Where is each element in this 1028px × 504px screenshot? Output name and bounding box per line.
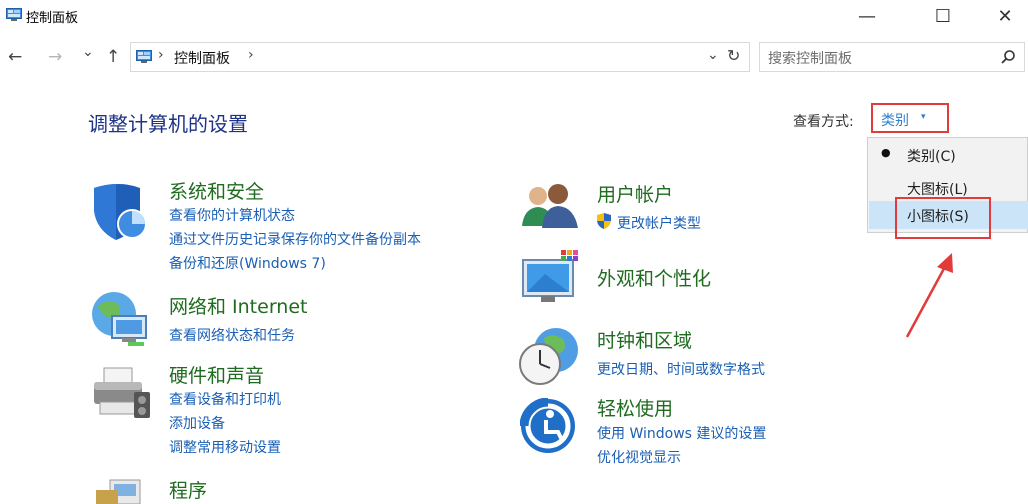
address-dropdown-icon[interactable]: ⌄ — [707, 47, 719, 63]
category-title-system[interactable]: 系统和安全 — [169, 177, 264, 204]
category-title-ease-of-access[interactable]: 轻松使用 — [597, 394, 673, 421]
search-icon[interactable] — [1000, 49, 1016, 65]
ease-of-access-icon — [520, 398, 575, 453]
category-title-clock[interactable]: 时钟和区域 — [597, 326, 692, 353]
network-globe-icon — [92, 292, 147, 346]
link-backup-restore[interactable]: 备份和还原(Windows 7) — [169, 253, 326, 273]
window-title: 控制面板 — [26, 11, 79, 26]
view-by-label: 查看方式: — [793, 114, 854, 130]
menu-item-category[interactable]: ● 类别(C) — [869, 141, 1028, 169]
refresh-icon[interactable]: ↻ — [727, 46, 740, 65]
caret-down-icon: ▾ — [921, 112, 926, 122]
category-title-appearance[interactable]: 外观和个性化 — [597, 264, 711, 291]
programs-icon — [96, 479, 141, 504]
users-icon — [522, 184, 578, 228]
annotation-highlight-box — [895, 197, 991, 239]
search-placeholder: 搜索控制面板 — [768, 51, 852, 67]
printer-icon — [94, 367, 150, 418]
selected-bullet-icon: ● — [881, 146, 891, 159]
control-panel-icon — [136, 50, 152, 63]
breadcrumb-separator-icon[interactable]: › — [158, 47, 164, 63]
control-panel-icon — [6, 8, 22, 21]
back-arrow-icon[interactable]: ← — [8, 47, 22, 67]
close-button[interactable]: ✕ — [982, 0, 1028, 32]
monitor-icon — [522, 250, 578, 302]
search-input[interactable]: 搜索控制面板 — [759, 42, 1025, 72]
menu-item-label: 大图标(L) — [907, 182, 968, 198]
link-add-device[interactable]: 添加设备 — [169, 413, 225, 433]
shield-icon — [94, 184, 147, 240]
link-recommended-settings[interactable]: 使用 Windows 建议的设置 — [597, 423, 766, 443]
link-date-time-format[interactable]: 更改日期、时间或数字格式 — [597, 359, 765, 379]
view-by-value: 类别 — [881, 113, 909, 129]
annotation-arrow-icon — [905, 253, 953, 338]
link-devices-printers[interactable]: 查看设备和打印机 — [169, 389, 281, 409]
category-title-programs[interactable]: 程序 — [169, 476, 207, 503]
view-by-dropdown[interactable]: 类别 ▾ — [871, 103, 949, 133]
menu-item-label: 类别(C) — [907, 149, 956, 165]
forward-arrow-icon[interactable]: → — [48, 47, 62, 67]
link-network-status[interactable]: 查看网络状态和任务 — [169, 325, 295, 345]
close-icon: ✕ — [997, 5, 1013, 27]
link-optimize-visual-display[interactable]: 优化视觉显示 — [597, 447, 681, 467]
category-title-hardware[interactable]: 硬件和声音 — [169, 361, 264, 388]
title-bar: 控制面板 — ☐ ✕ — [0, 0, 1028, 32]
category-title-users[interactable]: 用户帐户 — [597, 180, 673, 207]
uac-shield-icon — [597, 213, 611, 229]
link-view-computer-status[interactable]: 查看你的计算机状态 — [169, 205, 295, 225]
up-arrow-icon[interactable]: ↑ — [106, 47, 120, 67]
category-title-network[interactable]: 网络和 Internet — [169, 292, 307, 319]
link-mobility-settings[interactable]: 调整常用移动设置 — [169, 437, 281, 457]
breadcrumb-item[interactable]: 控制面板 — [174, 48, 230, 68]
minimize-icon: — — [858, 5, 876, 27]
maximize-button[interactable]: ☐ — [920, 0, 966, 32]
link-file-history[interactable]: 通过文件历史记录保存你的文件备份副本 — [169, 229, 421, 249]
link-change-account-type[interactable]: 更改帐户类型 — [617, 213, 701, 233]
page-title: 调整计算机的设置 — [88, 112, 248, 136]
recent-locations-icon[interactable]: ⌄ — [82, 44, 94, 60]
address-bar[interactable]: › 控制面板 › ⌄ ↻ — [130, 42, 750, 72]
clock-globe-icon — [519, 328, 578, 385]
maximize-icon: ☐ — [934, 5, 952, 27]
minimize-button[interactable]: — — [844, 0, 890, 32]
breadcrumb-separator-icon[interactable]: › — [248, 47, 254, 63]
